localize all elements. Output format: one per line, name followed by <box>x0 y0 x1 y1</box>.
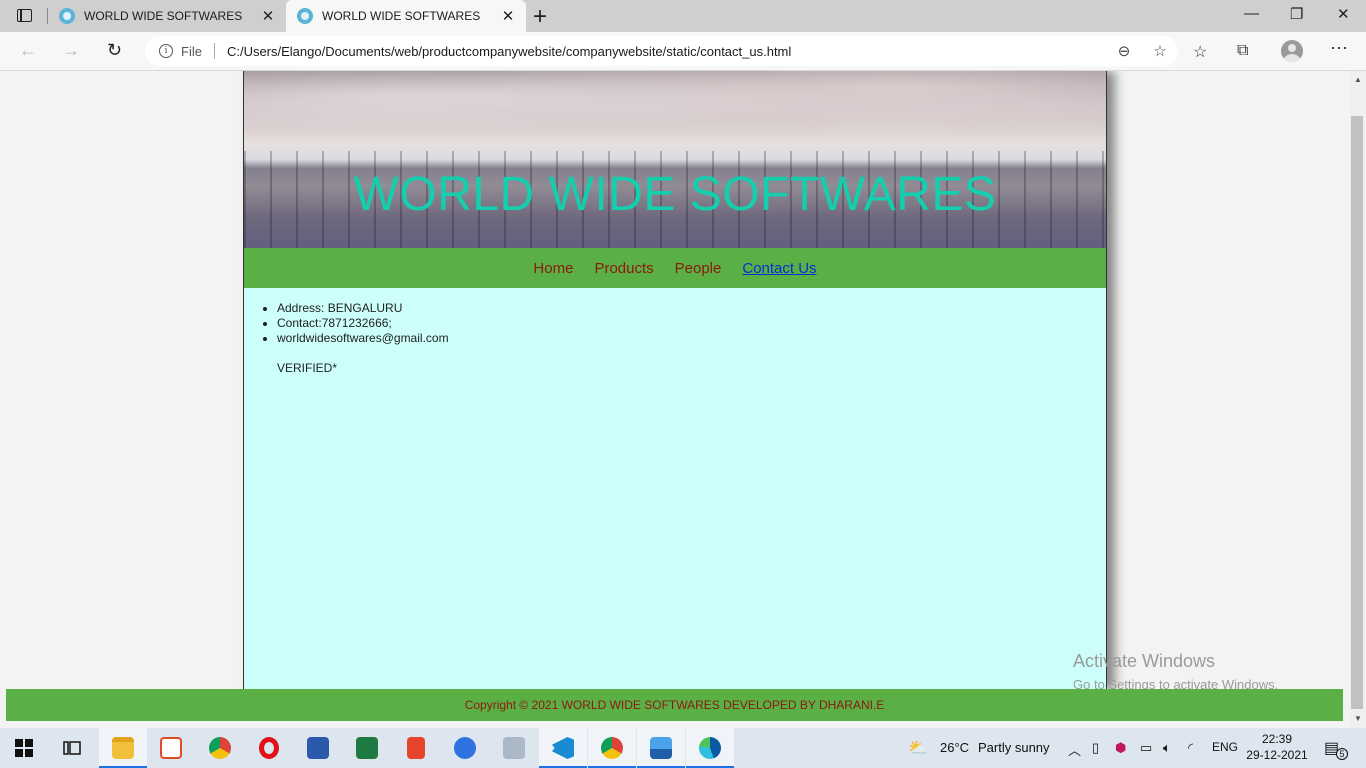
excel-icon[interactable] <box>343 728 391 768</box>
word-icon[interactable] <box>294 728 342 768</box>
weather-icon[interactable]: ⛅ <box>908 738 928 758</box>
language-indicator[interactable]: ENG <box>1212 740 1238 754</box>
nav-link-contact-us[interactable]: Contact Us <box>742 260 816 277</box>
browser-tab-2[interactable]: WORLD WIDE SOFTWARES ✕ <box>286 0 526 32</box>
nav-link-products[interactable]: Products <box>594 260 653 277</box>
browser-tab-1[interactable]: WORLD WIDE SOFTWARES ✕ <box>48 0 286 32</box>
edge-icon[interactable] <box>686 728 734 768</box>
clock-time: 22:39 <box>1261 732 1293 746</box>
start-icon[interactable] <box>0 728 48 768</box>
scroll-down-icon[interactable]: ▼ <box>1354 714 1362 723</box>
system-clock[interactable]: 22:39 29-12-2021 <box>1242 731 1312 763</box>
more-options-icon[interactable]: ⋯ <box>1330 38 1348 59</box>
weather-condition[interactable]: Partly sunny <box>978 740 1050 755</box>
new-tab-icon[interactable]: + <box>533 3 547 31</box>
site-heading: WORLD WIDE SOFTWARES <box>353 168 997 221</box>
battery-icon[interactable]: ▭ <box>1140 740 1152 756</box>
nav-link-people[interactable]: People <box>675 260 722 277</box>
zoom-icon[interactable]: ⊖ <box>1106 42 1142 60</box>
chevron-up-icon[interactable]: ︿ <box>1068 740 1081 759</box>
tab-title: WORLD WIDE SOFTWARES <box>322 9 481 23</box>
contact-list: Address: BENGALURU Contact:7871232666; w… <box>277 301 1106 346</box>
restore-icon[interactable]: ❐ <box>1290 5 1303 23</box>
presentation-app-icon[interactable] <box>147 728 195 768</box>
profile-avatar[interactable] <box>1281 40 1303 62</box>
office-icon[interactable] <box>392 728 440 768</box>
url-text[interactable]: C:/Users/Elango/Documents/web/productcom… <box>227 44 1106 59</box>
nav-link-home[interactable]: Home <box>533 260 573 277</box>
contact-phone: Contact:7871232666; <box>277 316 1106 331</box>
banner-sky <box>244 71 1106 151</box>
forward-icon[interactable]: → <box>62 40 80 61</box>
scroll-up-icon[interactable]: ▲ <box>1354 75 1362 84</box>
contact-content: Address: BENGALURU Contact:7871232666; w… <box>244 288 1106 376</box>
photos-icon[interactable] <box>637 728 685 768</box>
opera-icon[interactable] <box>245 728 293 768</box>
notification-count-badge: 5 <box>1336 748 1348 760</box>
chrome-icon[interactable] <box>196 728 244 768</box>
contact-address: Address: BENGALURU <box>277 301 1106 316</box>
volume-icon[interactable]: 🔈︎ <box>1163 740 1171 756</box>
watermark-line-1: Activate Windows <box>1073 651 1216 671</box>
browser-tab-strip: WORLD WIDE SOFTWARES ✕ WORLD WIDE SOFTWA… <box>0 0 1366 32</box>
tab-actions-icon[interactable] <box>12 7 36 25</box>
vscode-icon[interactable] <box>539 728 587 768</box>
contact-email: worldwidesoftwares@gmail.com <box>277 331 1106 346</box>
page-container: WORLD WIDE SOFTWARES Home Products Peopl… <box>243 71 1107 689</box>
add-favorite-icon[interactable]: ☆ <box>1142 42 1178 60</box>
site-info-icon[interactable]: i <box>159 44 173 58</box>
close-tab-icon[interactable]: ✕ <box>498 7 518 25</box>
chrome-profile-icon[interactable] <box>588 728 636 768</box>
favorites-icon[interactable]: ☆ <box>1193 42 1207 62</box>
close-window-icon[interactable]: ✕ <box>1337 5 1350 23</box>
activate-windows-watermark: Activate Windows Go to Settings to activ… <box>1073 651 1278 692</box>
media-player-icon[interactable] <box>441 728 489 768</box>
network-icon[interactable]: ◜ <box>1188 740 1193 756</box>
scroll-thumb[interactable] <box>1351 116 1363 709</box>
browser-toolbar: ← → ↻ i File C:/Users/Elango/Documents/w… <box>0 32 1366 71</box>
site-navbar: Home Products People Contact Us <box>244 248 1106 288</box>
clock-date: 29-12-2021 <box>1246 748 1308 762</box>
divider <box>213 43 215 59</box>
verified-text: VERIFIED* <box>277 361 338 375</box>
app-tray-icon[interactable]: ⬢ <box>1115 740 1126 756</box>
web-page-viewport: WORLD WIDE SOFTWARES Home Products Peopl… <box>0 71 1350 728</box>
page-scrollbar[interactable]: ▲ ▼ <box>1350 71 1366 728</box>
header-banner: WORLD WIDE SOFTWARES <box>244 71 1106 248</box>
close-tab-icon[interactable]: ✕ <box>258 7 278 25</box>
weather-temp[interactable]: 26°C <box>940 740 969 755</box>
collections-icon[interactable]: ⧉ <box>1237 42 1248 60</box>
windows-taskbar: ⛅ 26°C Partly sunny ︿ ▯ ⬢ ▭ 🔈︎ ◜ ENG 22:… <box>0 728 1366 768</box>
back-icon[interactable]: ← <box>19 40 37 61</box>
task-view-icon[interactable] <box>48 728 96 768</box>
refresh-icon[interactable]: ↻ <box>107 40 122 61</box>
tab-title: WORLD WIDE SOFTWARES <box>84 9 243 23</box>
site-footer: Copyright © 2021 WORLD WIDE SOFTWARES DE… <box>6 689 1343 721</box>
disney-plus-icon[interactable] <box>490 728 538 768</box>
file-explorer-icon[interactable] <box>99 728 147 768</box>
site-favicon-icon <box>59 8 75 24</box>
site-favicon-icon <box>297 8 313 24</box>
scheme-label: File <box>181 43 202 59</box>
minimize-icon[interactable]: — <box>1244 5 1259 22</box>
device-icon[interactable]: ▯ <box>1092 740 1099 756</box>
address-bar[interactable]: i File C:/Users/Elango/Documents/web/pro… <box>145 36 1178 66</box>
